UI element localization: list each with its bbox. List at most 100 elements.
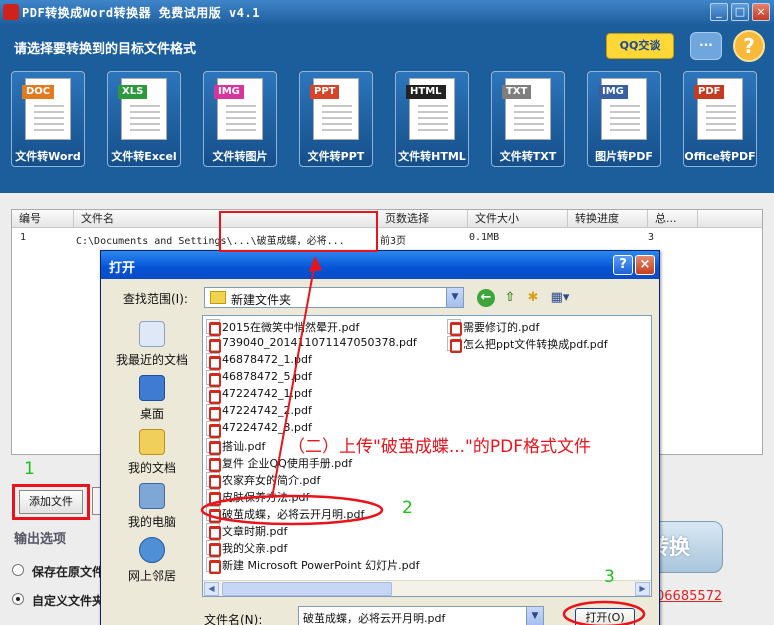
document-icon: DOC (22, 78, 71, 140)
cell-total: 3 (648, 232, 655, 243)
my-computer-icon (139, 483, 165, 509)
document-icon: PDF (694, 78, 743, 140)
chevron-down-icon[interactable]: ▼ (526, 607, 543, 625)
file-name: 46878472_5.pdf (222, 370, 312, 383)
format-button-label: 文件转PPT (307, 150, 365, 163)
pdf-file-icon (447, 319, 462, 336)
col-header-pages[interactable]: 页数选择 (378, 210, 468, 228)
format-tag: HTML (406, 85, 446, 99)
help-icon[interactable]: ? (733, 30, 765, 62)
col-header-progress[interactable]: 转换进度 (568, 210, 648, 228)
pdf-file-icon (206, 353, 221, 370)
format-button-2[interactable]: IMG 文件转图片 (203, 71, 277, 167)
format-button-3[interactable]: PPT 文件转PPT (299, 71, 373, 167)
pdf-file-icon (206, 489, 221, 506)
cell-size: 0.1MB (469, 232, 500, 243)
horizontal-scrollbar[interactable]: ◀ ▶ (203, 580, 651, 596)
back-icon[interactable]: ← (477, 289, 495, 307)
format-button-6[interactable]: IMG 图片转PDF (587, 71, 661, 167)
format-button-4[interactable]: HTML 文件转HTML (395, 71, 469, 167)
format-button-1[interactable]: XLS 文件转Excel (107, 71, 181, 167)
cell-pages[interactable]: 前3页 (380, 232, 406, 247)
output-options-title: 输出选项 (14, 532, 67, 547)
scroll-right-icon[interactable]: ▶ (635, 582, 650, 596)
scroll-left-icon[interactable]: ◀ (204, 582, 219, 596)
app-title: PDF转换成Word转换器 免费试用版 v4.1 (22, 6, 260, 20)
up-folder-icon[interactable]: ⇧ (501, 289, 519, 307)
format-tag: XLS (118, 85, 148, 99)
document-lines (610, 105, 640, 133)
close-button[interactable]: × (752, 3, 770, 21)
place-label: 网上邻居 (127, 569, 176, 583)
file-name: 新建 Microsoft PowerPoint 幻灯片.pdf (222, 559, 420, 572)
dialog-help-button[interactable]: ? (613, 255, 633, 275)
format-button-label: 文件转Word (15, 150, 81, 163)
scroll-thumb[interactable] (222, 582, 392, 596)
format-button-0[interactable]: DOC 文件转Word (11, 71, 85, 167)
look-in-value: 新建文件夹 (231, 293, 292, 307)
document-icon: HTML (406, 78, 455, 140)
format-tag: TXT (502, 85, 532, 99)
cell-num: 1 (20, 232, 27, 243)
format-tag: PPT (310, 85, 340, 99)
radio-save-original[interactable] (12, 564, 24, 576)
radio-custom-folder-label[interactable]: 自定义文件夹 (32, 592, 104, 609)
step-2-label: 2 (402, 498, 413, 518)
dialog-close-button[interactable]: × (635, 255, 655, 275)
network-icon (139, 537, 165, 563)
open-button[interactable]: 打开(O) (575, 608, 635, 625)
new-folder-icon[interactable]: ✱ (524, 289, 542, 307)
format-tag: PDF (694, 85, 725, 99)
document-lines (514, 105, 544, 133)
filename-input[interactable]: 破茧成蝶，必将云开月明.pdf ▼ (298, 606, 544, 625)
radio-custom-folder[interactable] (12, 593, 24, 605)
pdf-file-icon (206, 387, 221, 404)
pdf-file-icon (206, 336, 221, 353)
col-header-total[interactable]: 总... (648, 210, 698, 228)
file-name: 739040_201411071147050378.pdf (222, 336, 417, 349)
minimize-button[interactable]: _ (710, 3, 728, 21)
format-button-label: 文件转图片 (212, 150, 268, 163)
annotation-text: （二）上传"破茧成蝶..."的PDF格式文件 (288, 437, 591, 457)
pdf-file-icon (447, 336, 462, 353)
place-label: 我最近的文档 (115, 353, 188, 367)
format-button-label: 文件转TXT (499, 150, 557, 163)
look-in-select[interactable]: 新建文件夹 ▼ (204, 287, 464, 308)
filename-cell-highlight (219, 211, 378, 252)
place-network[interactable]: 网上邻居 (111, 535, 193, 589)
document-lines (226, 105, 256, 133)
place-desktop[interactable]: 桌面 (111, 373, 193, 427)
place-my-documents[interactable]: 我的文档 (111, 427, 193, 481)
format-button-label: 图片转PDF (595, 150, 653, 163)
file-name: 47224742_1.pdf (222, 387, 312, 400)
add-file-button[interactable]: 添加文件 (19, 490, 83, 514)
pdf-file-icon (206, 319, 221, 336)
file-name: 我的父亲.pdf (222, 542, 288, 555)
place-recent[interactable]: 我最近的文档 (111, 319, 193, 373)
format-button-7[interactable]: PDF Office转PDF (683, 71, 757, 167)
col-header-num[interactable]: 编号 (12, 210, 74, 228)
views-menu-icon[interactable]: ▦▾ (548, 289, 572, 307)
qq-chat-button[interactable]: QQ交谈 (606, 33, 674, 59)
place-label: 我的电脑 (127, 515, 176, 529)
format-prompt: 请选择要转换到的目标文件格式 (14, 42, 197, 57)
maximize-button[interactable]: □ (731, 3, 749, 21)
desktop-icon (139, 375, 165, 401)
chevron-down-icon[interactable]: ▼ (446, 288, 463, 307)
file-name: 2015在微笑中悄然晕开.pdf (222, 321, 360, 334)
file-name: 怎么把ppt文件转换成pdf.pdf (463, 338, 608, 351)
place-my-computer[interactable]: 我的电脑 (111, 481, 193, 535)
format-button-label: 文件转HTML (398, 150, 466, 163)
file-name: 破茧成蝶，必将云开月明.pdf (222, 508, 365, 521)
chat-bubble-icon[interactable]: ··· (690, 32, 722, 60)
phone-link[interactable]: 06685572 (656, 589, 722, 604)
document-lines (418, 105, 448, 133)
document-icon: PPT (310, 78, 359, 140)
col-header-size[interactable]: 文件大小 (468, 210, 568, 228)
pdf-file-icon (206, 370, 221, 387)
document-icon: IMG (214, 78, 263, 140)
radio-save-original-label[interactable]: 保存在原文件 (32, 563, 104, 580)
step-3-label: 3 (604, 567, 615, 587)
file-name: 47224742_2.pdf (222, 404, 312, 417)
format-button-5[interactable]: TXT 文件转TXT (491, 71, 565, 167)
